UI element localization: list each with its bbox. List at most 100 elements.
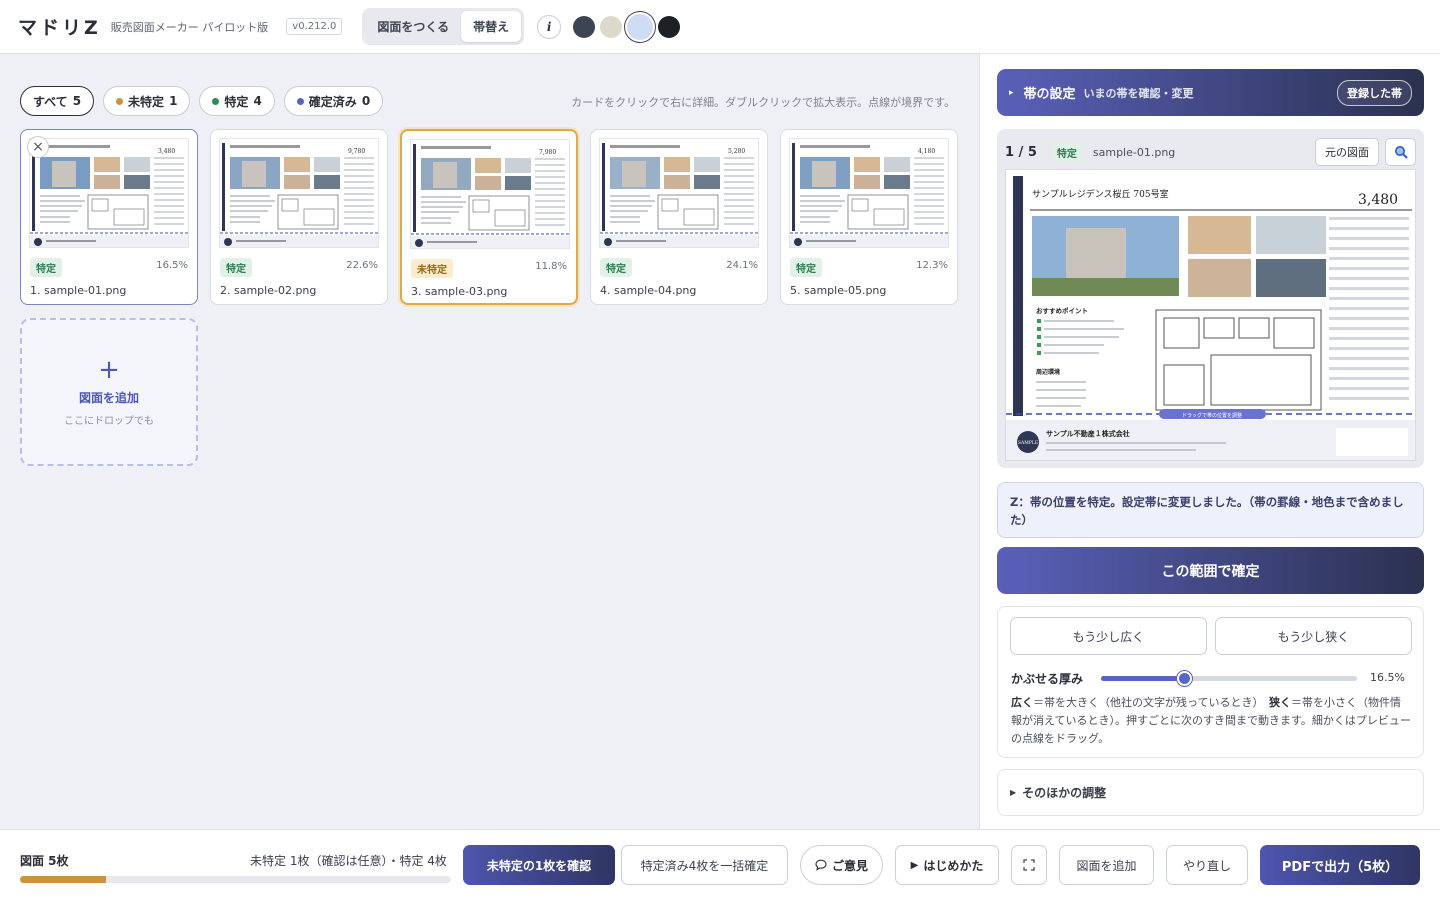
preview-page-count: 1 / 5 bbox=[1005, 144, 1037, 160]
swatch-dark-slate[interactable] bbox=[573, 15, 596, 38]
adjust-help-text: 広く＝帯を大きく（他社の文字が残っているとき） 狭く＝帯を小さく（物件情報が消え… bbox=[1011, 696, 1411, 745]
drawing-filename: 1. sample-01.png bbox=[30, 284, 127, 297]
band-adjust-panel: もう少し広く もう少し狭く かぶせる厚み 16.5% 広く＝帯を大きく（他社の文… bbox=[997, 606, 1424, 758]
status-badge: 特定 bbox=[790, 258, 822, 277]
add-drawing-label: 図面を追加 bbox=[78, 391, 139, 405]
swatch-black[interactable] bbox=[658, 15, 681, 38]
band-settings-subtitle: いまの帯を確認・変更 bbox=[1083, 86, 1194, 100]
thickness-label: かぶせる厚み bbox=[1011, 672, 1084, 686]
swatch-beige[interactable] bbox=[600, 15, 623, 38]
bulk-confirm-button[interactable]: 特定済み4枚を一括確定 bbox=[621, 845, 788, 885]
add-drawing-dropzone[interactable]: + 図面を追加 ここにドロップでも bbox=[20, 318, 198, 466]
thumbnail-price: 3,480 bbox=[158, 148, 175, 155]
band-thickness-percent: 24.1% bbox=[726, 260, 758, 271]
thumbnail-price: 7,980 bbox=[539, 149, 556, 156]
status-badge: 未特定 bbox=[411, 259, 453, 278]
thickness-slider[interactable] bbox=[1101, 671, 1357, 686]
filter-identified[interactable]: 特定 4 bbox=[199, 86, 275, 116]
play-icon: ▶ bbox=[910, 859, 919, 871]
drag-handle-label: ドラッグで帯の位置を調整 bbox=[1182, 412, 1242, 419]
band-settings-toggle[interactable]: ▸ 帯の設定 いまの帯を確認・変更 登録した帯 bbox=[997, 69, 1424, 116]
thumbnail-drawing: 5,280 bbox=[600, 139, 758, 247]
usage-hint: カードをクリックで右に詳細。ダブルクリックで拡大表示。点線が境界です。 bbox=[571, 96, 955, 109]
close-icon[interactable]: × bbox=[27, 136, 49, 158]
footer-bar: 図面 5枚 未特定 1枚（確認は任意）・特定 4枚 未特定の1枚を確認 特定済み… bbox=[0, 829, 1440, 900]
narrower-button[interactable]: もう少し狭く bbox=[1215, 617, 1412, 655]
fullscreen-icon bbox=[1023, 859, 1035, 871]
thumbnail-drawing: 4,180 bbox=[790, 139, 948, 247]
zoom-button[interactable] bbox=[1385, 138, 1416, 166]
slider-knob[interactable] bbox=[1177, 671, 1193, 686]
version-badge: v0.212.0 bbox=[286, 18, 343, 35]
progress-fill bbox=[20, 876, 107, 883]
drawing-count: 図面 5枚 bbox=[20, 854, 69, 868]
chevron-right-icon: ▸ bbox=[1009, 87, 1014, 98]
drawing-card[interactable]: 4,180 特定 12.3% 5. sample-05.png bbox=[780, 129, 958, 305]
drawing-thumbnail: 7,980 bbox=[410, 139, 570, 249]
preview-filename: sample-01.png bbox=[1092, 145, 1176, 159]
doc-title: サンプルレジデンス桜丘 705号室 bbox=[1032, 188, 1169, 200]
drawing-card[interactable]: × 3,480 特定 16.5% 1. sample-01.png bbox=[20, 129, 198, 305]
other-adjustments-toggle[interactable]: ▶ そのほかの調整 bbox=[997, 769, 1424, 816]
thumbnail-price: 9,780 bbox=[348, 148, 365, 155]
env-title: 周辺環境 bbox=[1036, 368, 1060, 376]
thumbnail-drawing: 9,780 bbox=[220, 139, 378, 247]
band-thickness-percent: 11.8% bbox=[535, 261, 567, 272]
getting-started-button[interactable]: ▶ はじめかた bbox=[895, 845, 999, 885]
filter-chips: すべて 5 未特定 1 特定 4 確定済み 0 bbox=[20, 86, 384, 116]
mode-switch: 図面をつくる 帯替え bbox=[362, 8, 525, 45]
status-badge: 特定 bbox=[600, 258, 632, 277]
mode-band-replace[interactable]: 帯替え bbox=[461, 11, 522, 42]
thickness-value: 16.5% bbox=[1370, 671, 1405, 684]
status-badge: 特定 bbox=[30, 258, 62, 277]
registered-band-button[interactable]: 登録した帯 bbox=[1337, 79, 1412, 106]
drop-hint: ここにドロップでも bbox=[64, 416, 154, 427]
drawing-card[interactable]: 9,780 特定 22.6% 2. sample-02.png bbox=[210, 129, 388, 305]
drawing-thumbnail: 5,280 bbox=[599, 138, 759, 248]
filter-confirmed[interactable]: 確定済み 0 bbox=[283, 86, 384, 116]
status-dot-icon bbox=[116, 97, 124, 105]
doc-price: 3,480 bbox=[1358, 192, 1398, 208]
drawing-thumbnail: 3,480 bbox=[29, 138, 189, 248]
drawing-filename: 5. sample-05.png bbox=[790, 284, 887, 297]
app-logo: マドリZ bbox=[18, 17, 101, 39]
confirm-range-button[interactable]: この範囲で確定 bbox=[997, 547, 1424, 594]
filter-unidentified[interactable]: 未特定 1 bbox=[103, 86, 191, 116]
preview-drawing: サンプルレジデンス桜丘 705号室 3,480 おすすめポイント 周辺環境 ドラ… bbox=[1006, 170, 1415, 460]
drawing-card[interactable]: 5,280 特定 24.1% 4. sample-04.png bbox=[590, 129, 768, 305]
thumbnail-price: 4,180 bbox=[918, 148, 935, 155]
export-pdf-button[interactable]: PDFで出力（5枚） bbox=[1260, 845, 1420, 885]
preview-image[interactable]: サンプルレジデンス桜丘 705号室 3,480 おすすめポイント 周辺環境 ドラ… bbox=[1005, 169, 1416, 461]
undo-button[interactable]: やり直し bbox=[1166, 845, 1248, 885]
info-icon[interactable]: i bbox=[537, 14, 562, 39]
original-drawing-button[interactable]: 元の図面 bbox=[1315, 138, 1379, 166]
drawing-cards: × 3,480 特定 16.5% 1. sample-01.png 9,780 特定 22.6… bbox=[20, 129, 958, 305]
status-badge: 特定 bbox=[1050, 142, 1083, 162]
filter-all[interactable]: すべて 5 bbox=[20, 86, 95, 116]
add-drawing-button[interactable]: 図面を追加 bbox=[1059, 845, 1154, 885]
swatch-light-blue[interactable] bbox=[627, 13, 654, 40]
speech-bubble-icon bbox=[815, 859, 827, 871]
drawing-card[interactable]: 7,980 未特定 11.8% 3. sample-03.png bbox=[400, 129, 578, 305]
slider-fill bbox=[1101, 676, 1186, 681]
check-unidentified-button[interactable]: 未特定の1枚を確認 bbox=[463, 845, 615, 885]
points-title: おすすめポイント bbox=[1036, 306, 1088, 315]
band-thickness-percent: 22.6% bbox=[346, 260, 378, 271]
fullscreen-button[interactable] bbox=[1011, 845, 1047, 885]
drawing-filename: 4. sample-04.png bbox=[600, 284, 697, 297]
mode-create-drawing[interactable]: 図面をつくる bbox=[365, 11, 461, 42]
plus-icon: + bbox=[98, 355, 120, 385]
status-dot-icon bbox=[212, 97, 220, 105]
seal-logo: SAMPLE bbox=[1018, 440, 1038, 446]
drawing-filename: 2. sample-02.png bbox=[220, 284, 317, 297]
status-message: Z：帯の位置を特定。設定帯に変更しました。（帯の罫線・地色まで含めました） bbox=[997, 482, 1424, 538]
thumbnail-price: 5,280 bbox=[728, 148, 745, 155]
status-dot-icon bbox=[296, 97, 304, 105]
preview-panel: 1 / 5 特定 sample-01.png 元の図面 サンプルレジデンス桜丘 … bbox=[997, 129, 1424, 468]
feedback-button[interactable]: ご意見 bbox=[800, 845, 883, 885]
app-tagline: 販売図面メーカー パイロット版 bbox=[110, 20, 269, 34]
wider-button[interactable]: もう少し広く bbox=[1010, 617, 1207, 655]
magnifier-icon bbox=[1394, 146, 1408, 159]
identification-status: 未特定 1枚（確認は任意）・特定 4枚 bbox=[250, 854, 447, 868]
drawing-thumbnail: 9,780 bbox=[219, 138, 379, 248]
